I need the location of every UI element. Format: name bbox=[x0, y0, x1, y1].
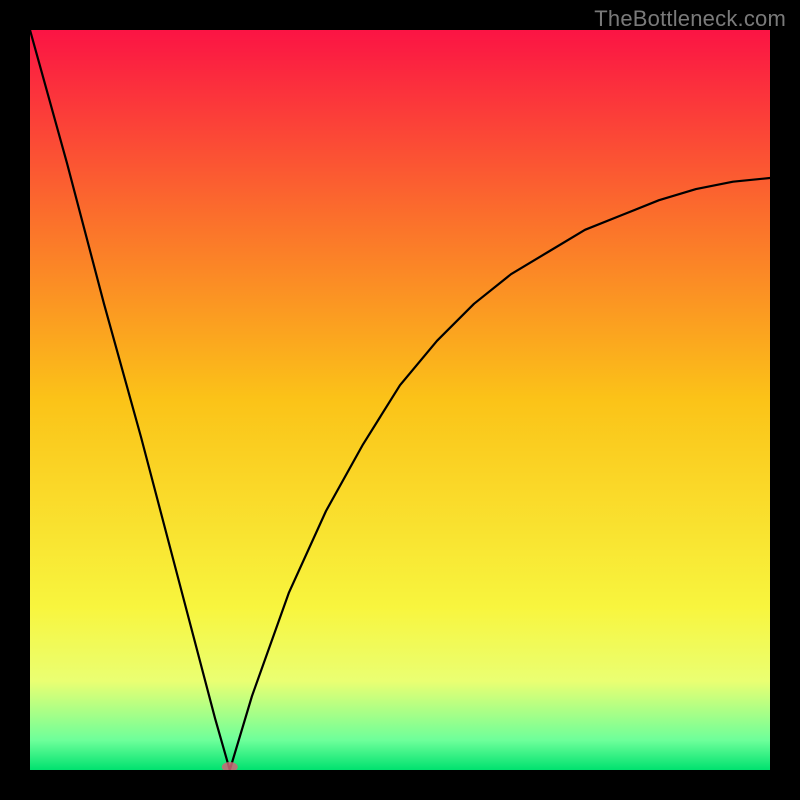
chart-svg bbox=[30, 30, 770, 770]
watermark-text: TheBottleneck.com bbox=[594, 6, 786, 32]
chart-frame: TheBottleneck.com bbox=[0, 0, 800, 800]
gradient-background bbox=[30, 30, 770, 770]
plot-area bbox=[30, 30, 770, 770]
